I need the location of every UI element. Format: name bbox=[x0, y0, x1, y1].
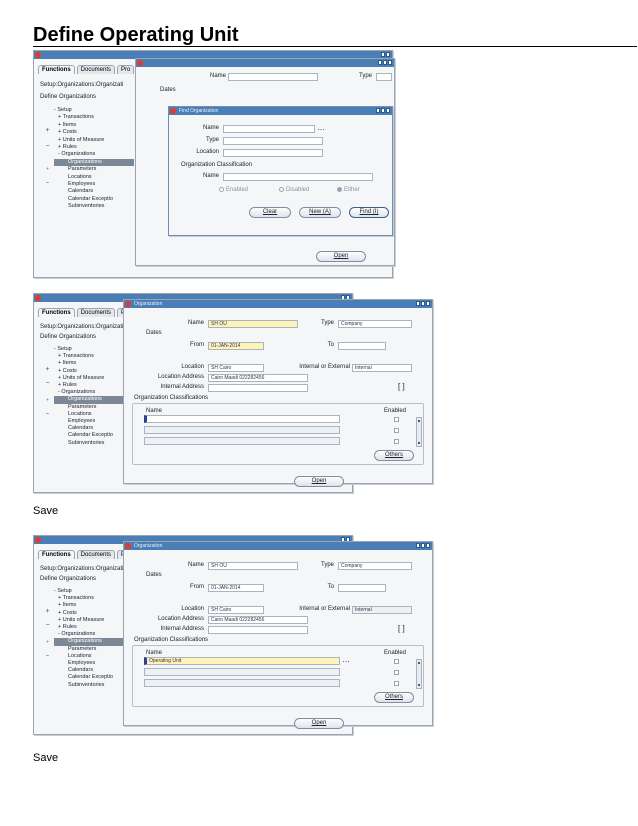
organization-window: Organization Name SH OU Type Company Dat… bbox=[123, 541, 433, 729]
function-tree[interactable]: - Setup + Transactions + Items + Costs + U… bbox=[54, 588, 124, 689]
tab-processes[interactable]: Pro bbox=[117, 65, 135, 74]
tab-documents[interactable]: Documents bbox=[76, 65, 116, 74]
to-date-field[interactable] bbox=[338, 584, 386, 592]
open-button[interactable]: Open bbox=[294, 476, 344, 487]
document-title: Define Operating Unit bbox=[33, 24, 239, 46]
window-controls[interactable] bbox=[376, 108, 390, 113]
clear-button[interactable]: Clear bbox=[249, 207, 291, 218]
collapse-all-icon[interactable]: ⁼ bbox=[44, 181, 51, 188]
screenshot-find-organization: Functions Documents Pro Setup:Organizati… bbox=[33, 50, 403, 283]
from-date-field[interactable]: 01-JAN-2014 bbox=[208, 584, 264, 592]
location-field[interactable]: SH Cairo bbox=[208, 606, 264, 614]
title-rule bbox=[33, 46, 637, 47]
function-tree[interactable]: - Setup + Transactions + Items + Costs +… bbox=[54, 107, 134, 211]
find-name-field[interactable] bbox=[223, 125, 315, 133]
find-button[interactable]: Find (I) bbox=[349, 207, 389, 218]
location-address-field[interactable]: Cairo Maadi 022282456 bbox=[208, 374, 308, 382]
from-date-field[interactable]: 01-JAN-2014 bbox=[208, 342, 264, 350]
new-button[interactable]: New (A) bbox=[299, 207, 341, 218]
find-location-field[interactable] bbox=[223, 149, 323, 157]
tab-functions[interactable]: Functions bbox=[38, 65, 75, 74]
internal-address-field[interactable] bbox=[208, 384, 308, 392]
save-caption-2: Save bbox=[33, 752, 59, 764]
org-type-field[interactable]: Company bbox=[338, 320, 412, 328]
to-date-field[interactable] bbox=[338, 342, 386, 350]
location-address-field[interactable]: Cairo Maadi 022282456 bbox=[208, 616, 308, 624]
breadcrumb: Setup:Organizations:Organizati bbox=[40, 82, 124, 88]
find-classification-field[interactable] bbox=[223, 173, 373, 181]
define-label: Define Organizations bbox=[40, 94, 97, 100]
tree-selected[interactable]: Organizations bbox=[54, 158, 134, 167]
org-name-field[interactable]: SH OU bbox=[208, 320, 298, 328]
lov-icon[interactable]: … bbox=[317, 123, 325, 132]
window-controls[interactable] bbox=[381, 52, 390, 57]
org-name-field[interactable] bbox=[228, 73, 318, 81]
others-button[interactable]: Others bbox=[374, 450, 414, 461]
expand-icon[interactable]: + bbox=[44, 127, 51, 134]
find-organization-dialog: Find Organization Name … Type Location O… bbox=[168, 106, 393, 236]
screenshot-organization-entry: Functions Documents Pro Setup:Organizati… bbox=[33, 293, 433, 526]
expand-all-icon[interactable]: ⁺ bbox=[44, 167, 51, 174]
classification-row-1[interactable] bbox=[144, 415, 340, 423]
organization-window: Organization Name SH OU Type Company Dat… bbox=[123, 299, 433, 487]
radio-either[interactable] bbox=[337, 187, 342, 192]
open-button[interactable]: Open bbox=[294, 718, 344, 729]
lov-icon[interactable]: … bbox=[342, 655, 350, 664]
oracle-icon bbox=[35, 52, 41, 58]
open-button[interactable]: Open bbox=[316, 251, 366, 262]
window-controls[interactable] bbox=[378, 60, 392, 65]
internal-address-field[interactable] bbox=[208, 626, 308, 634]
collapse-icon[interactable]: − bbox=[44, 143, 51, 150]
internal-external-field[interactable]: Internal bbox=[352, 364, 412, 372]
save-caption-1: Save bbox=[33, 505, 59, 517]
org-type-field[interactable]: Company bbox=[338, 562, 412, 570]
radio-enabled[interactable] bbox=[219, 187, 224, 192]
others-button[interactable]: Others bbox=[374, 692, 414, 703]
find-type-field[interactable] bbox=[223, 137, 323, 145]
classification-row-1[interactable]: Operating Unit bbox=[144, 657, 340, 665]
org-type-field[interactable] bbox=[376, 73, 392, 81]
internal-external-field[interactable]: Internal bbox=[352, 606, 412, 614]
radio-disabled[interactable] bbox=[279, 187, 284, 192]
screenshot-classification-entry: Functions Documents Pro Setup:Organizati… bbox=[33, 535, 433, 768]
org-name-field[interactable]: SH OU bbox=[208, 562, 298, 570]
location-field[interactable]: SH Cairo bbox=[208, 364, 264, 372]
function-tree[interactable]: - Setup + Transactions + Items + Costs + U… bbox=[54, 346, 124, 447]
